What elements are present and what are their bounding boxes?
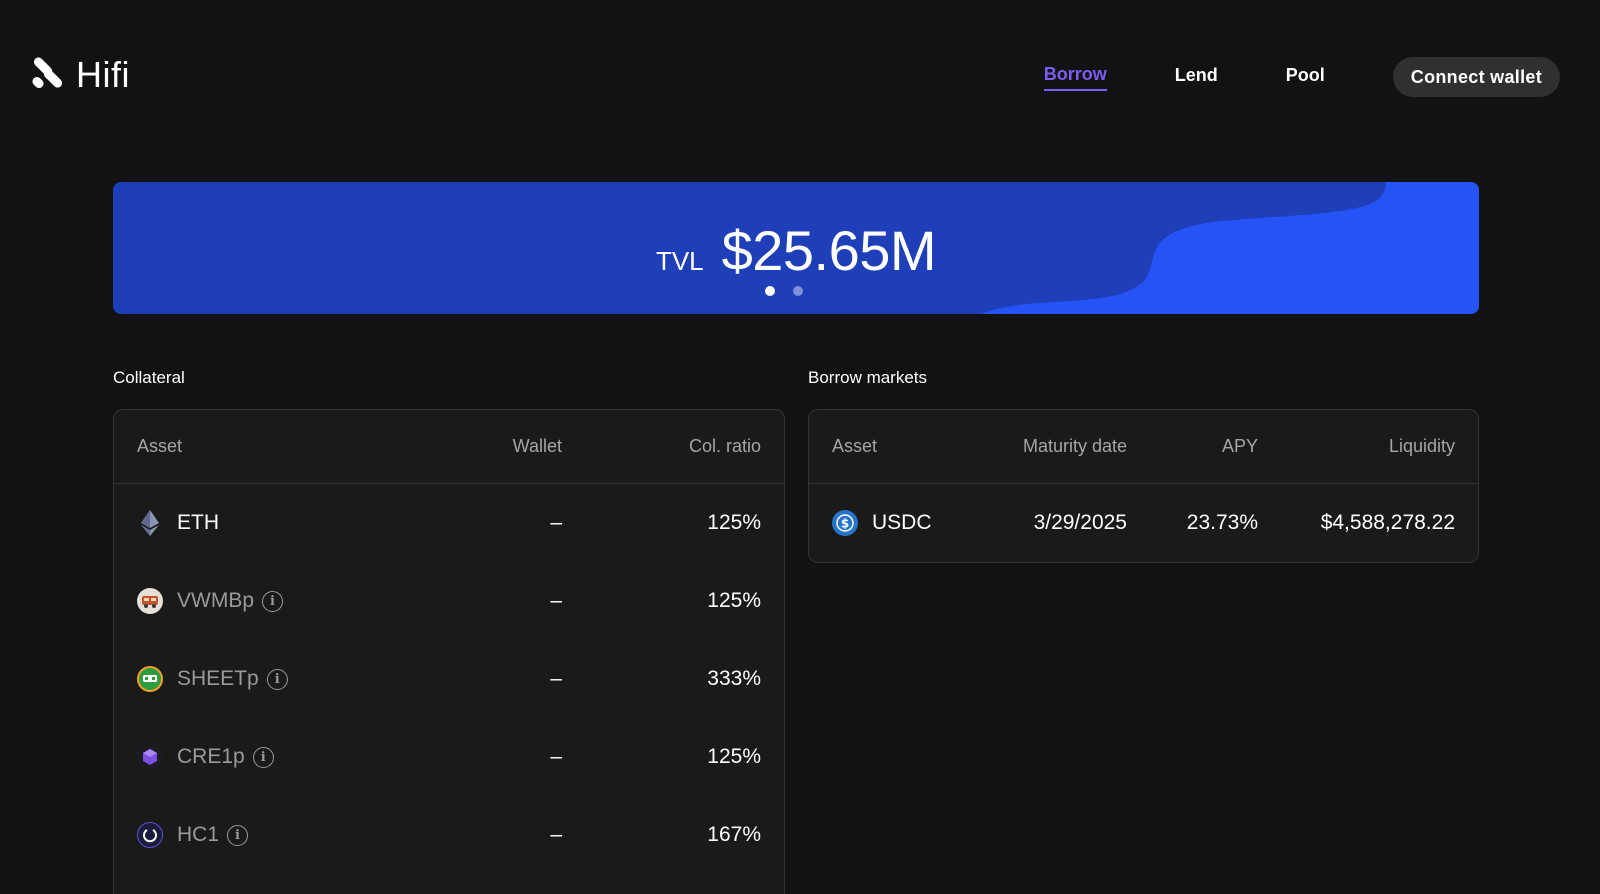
main-nav: Borrow Lend Pool Connect wallet — [1043, 57, 1560, 97]
col-ratio-value: 167% — [707, 823, 761, 846]
info-icon[interactable]: i — [227, 824, 249, 846]
svg-text:$: $ — [841, 517, 849, 531]
wallet-value: – — [550, 589, 562, 612]
asset-cell: $ USDC — [832, 510, 972, 536]
vwmbp-icon — [137, 588, 163, 614]
nav-borrow[interactable]: Borrow — [1043, 64, 1107, 91]
col-ratio-header: Col. ratio — [688, 436, 761, 456]
col-asset-header: Asset — [137, 436, 183, 456]
asset-name: CRE1p — [177, 745, 245, 768]
connect-wallet-button[interactable]: Connect wallet — [1392, 57, 1560, 97]
nav-pool[interactable]: Pool — [1286, 65, 1325, 90]
liquidity-value: $4,588,278.22 — [1320, 511, 1455, 534]
col-wallet-header: Wallet — [512, 436, 562, 456]
table-row[interactable]: VWMBp i – 125% — [114, 562, 784, 640]
col-ratio-value: 125% — [707, 589, 761, 612]
col-liquidity-header: Liquidity — [1388, 436, 1455, 456]
table-row[interactable]: ETH – 125% — [114, 484, 784, 562]
apy-value: 23.73% — [1186, 511, 1258, 534]
info-icon[interactable]: i — [266, 668, 288, 690]
asset-name: HC1 — [177, 823, 220, 846]
tvl-display: TVL $25.65M — [113, 218, 1479, 283]
logo-text: Hifi — [76, 54, 130, 95]
cre1p-icon — [137, 744, 163, 770]
table-row[interactable]: CRE1p i – 125% — [114, 718, 784, 796]
eth-icon — [137, 510, 163, 536]
info-icon[interactable]: i — [252, 746, 274, 768]
hc1-icon — [137, 822, 163, 848]
sheetp-icon — [137, 666, 163, 692]
info-icon[interactable]: i — [262, 590, 284, 612]
hifi-logo[interactable]: Hifi — [30, 54, 130, 96]
asset-cell: VWMBp i — [137, 588, 417, 614]
maturity-date: 3/29/2025 — [1033, 511, 1127, 534]
borrow-markets-title: Borrow markets — [808, 368, 928, 387]
col-ratio-value: 125% — [707, 511, 761, 534]
hifi-logo-icon — [30, 55, 68, 94]
wallet-value: – — [550, 745, 562, 768]
col-apy-header: APY — [1221, 436, 1258, 456]
wallet-value: – — [550, 511, 562, 534]
collateral-table-header: Asset Wallet Col. ratio — [114, 410, 784, 484]
asset-cell: HC1 i — [137, 822, 417, 848]
col-asset-header: Asset — [832, 436, 878, 456]
header: Hifi Borrow Lend Pool Connect wallet — [0, 0, 1600, 150]
carousel-dot-1[interactable] — [765, 286, 775, 296]
asset-name: ETH — [177, 511, 219, 534]
table-row[interactable]: HC1 i – 167% — [114, 796, 784, 874]
tvl-value: $25.65M — [721, 219, 937, 282]
tvl-label: TVL — [655, 246, 704, 276]
table-row[interactable]: SHEETp i – 333% — [114, 640, 784, 718]
asset-name: VWMBp — [177, 589, 255, 612]
carousel-dot-2[interactable] — [793, 286, 803, 296]
wallet-value: – — [550, 667, 562, 690]
table-row[interactable]: $ USDC 3/29/2025 23.73% $4,588,278.22 — [809, 484, 1478, 562]
collateral-title: Collateral — [113, 368, 185, 387]
wallet-value: – — [550, 823, 562, 846]
asset-name: SHEETp — [177, 667, 259, 690]
col-ratio-value: 125% — [707, 745, 761, 768]
asset-cell: ETH — [137, 510, 417, 536]
collateral-table: Asset Wallet Col. ratio ETH – 125% VWMBp… — [113, 409, 785, 894]
col-ratio-value: 333% — [707, 667, 761, 690]
borrow-table-header: Asset Maturity date APY Liquidity — [809, 410, 1478, 484]
col-maturity-header: Maturity date — [1022, 436, 1127, 456]
usdc-icon: $ — [832, 510, 858, 536]
tvl-banner: TVL $25.65M — [113, 182, 1479, 314]
asset-cell: CRE1p i — [137, 744, 417, 770]
nav-lend[interactable]: Lend — [1175, 65, 1218, 90]
asset-cell: SHEETp i — [137, 666, 417, 692]
asset-name: USDC — [872, 511, 932, 534]
borrow-markets-table: Asset Maturity date APY Liquidity $ USDC… — [808, 409, 1479, 563]
carousel-dots — [113, 286, 1479, 296]
